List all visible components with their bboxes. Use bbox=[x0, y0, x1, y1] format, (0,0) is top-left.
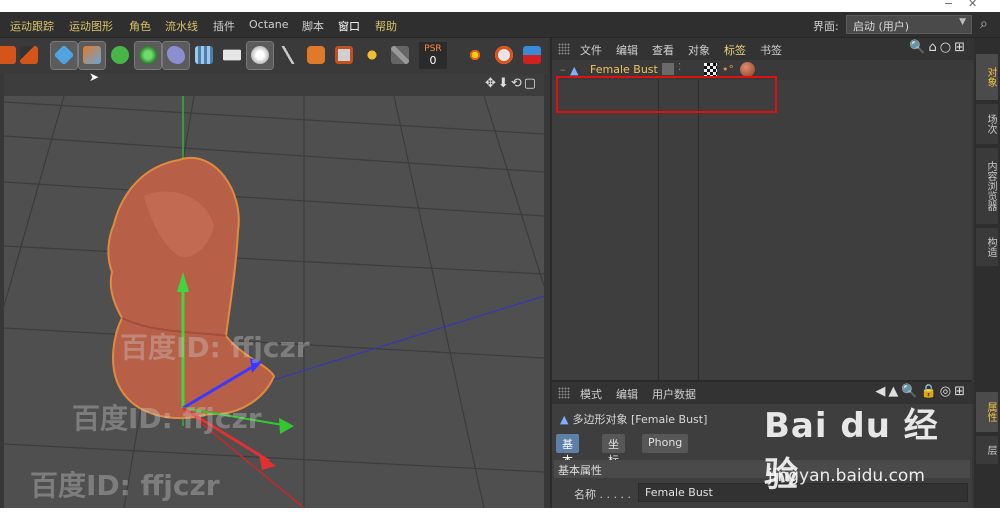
am-header-icons[interactable]: ◀▲🔍🔒◎⊞ bbox=[875, 384, 968, 399]
side-tab-structure[interactable]: 构造 bbox=[976, 228, 998, 266]
om-menu-view[interactable]: 查看 bbox=[652, 42, 674, 58]
download-arrow-icon[interactable] bbox=[519, 42, 545, 69]
om-menu-objects[interactable]: 对象 bbox=[688, 42, 710, 58]
attribute-title: ▲ 多边形对象 [Female Bust] bbox=[560, 411, 707, 427]
grip-icon[interactable] bbox=[558, 387, 570, 399]
object-manager-header: 文件 编辑 查看 对象 标签 书签 🔍⌂○⊞ bbox=[552, 38, 974, 60]
search-icon[interactable]: ⌕ bbox=[980, 16, 988, 32]
close-icon[interactable]: ✕ bbox=[968, 0, 977, 10]
annotation-highlight bbox=[556, 76, 777, 113]
script-s-icon[interactable] bbox=[491, 42, 517, 69]
section-basic-properties: 基本属性 bbox=[554, 460, 970, 478]
psr-value: 0 bbox=[429, 54, 437, 67]
phong-tag-icon[interactable] bbox=[704, 63, 717, 76]
menu-script[interactable]: 脚本 bbox=[302, 18, 324, 34]
grip-icon[interactable] bbox=[558, 43, 570, 55]
axis-icon[interactable] bbox=[359, 42, 385, 69]
om-menu-edit[interactable]: 编辑 bbox=[616, 42, 638, 58]
menu-mograph[interactable]: 运动图形 bbox=[69, 18, 113, 34]
menu-bar: 运动跟踪 运动图形 角色 流水线 插件 Octane 脚本 窗口 帮助 界面: … bbox=[0, 12, 1000, 38]
ik-icon[interactable] bbox=[275, 42, 301, 69]
chevron-down-icon: ▼ bbox=[959, 17, 966, 27]
attribute-title-text: 多边形对象 [Female Bust] bbox=[572, 413, 708, 426]
tag-icon[interactable] bbox=[331, 42, 357, 69]
bones-icon[interactable] bbox=[387, 42, 413, 69]
mouse-cursor-icon: ➤ bbox=[89, 70, 100, 84]
side-tab-strip: 对象 场次 内容浏览器 构造 属性 层 bbox=[974, 38, 1000, 508]
watermark-2: 百度ID: ffjczr bbox=[72, 402, 262, 435]
om-header-icons[interactable]: 🔍⌂○⊞ bbox=[909, 40, 968, 55]
object-name[interactable]: Female Bust bbox=[590, 63, 658, 76]
3d-viewport[interactable]: ✥⬇⟲▢ 百度ID: ffjczr 百度ID: ffjczr 百度ID: ffj… bbox=[4, 74, 544, 508]
polygon-object-icon: ▲ bbox=[560, 413, 569, 426]
name-field-label: 名称 . . . . . bbox=[574, 488, 631, 501]
layout-dropdown[interactable]: 启动 (用户) ▼ bbox=[846, 15, 972, 34]
om-menu-tags[interactable]: 标签 bbox=[724, 42, 746, 58]
tab-coord[interactable]: 坐标 bbox=[602, 434, 625, 467]
render-dots-icon[interactable]: ⁚ bbox=[678, 62, 681, 73]
side-tab-layers[interactable]: 层 bbox=[976, 436, 998, 464]
attribute-manager: 模式 编辑 用户数据 ◀▲🔍🔒◎⊞ ▲ 多边形对象 [Female Bust] 基… bbox=[550, 380, 974, 508]
om-menu-file[interactable]: 文件 bbox=[580, 42, 602, 58]
viewport-header: ✥⬇⟲▢ bbox=[4, 74, 544, 96]
cube-icon[interactable] bbox=[50, 41, 78, 70]
menu-help[interactable]: 帮助 bbox=[375, 18, 397, 34]
camera-icon[interactable] bbox=[219, 42, 245, 69]
menu-window[interactable]: 窗口 bbox=[338, 18, 360, 34]
side-tab-objects[interactable]: 对象 bbox=[976, 54, 998, 100]
am-menu-userdata[interactable]: 用户数据 bbox=[652, 386, 696, 402]
om-menu-bookmarks[interactable]: 书签 bbox=[760, 42, 782, 58]
cinema4d-window: 运动跟踪 运动图形 角色 流水线 插件 Octane 脚本 窗口 帮助 界面: … bbox=[0, 12, 1000, 508]
tab-basic[interactable]: 基本 bbox=[556, 434, 579, 467]
subdivision-surface-icon[interactable] bbox=[107, 42, 133, 69]
side-tab-takes[interactable]: 场次 bbox=[976, 104, 998, 144]
minimize-icon[interactable]: − bbox=[944, 0, 953, 10]
menu-plugins[interactable]: 插件 bbox=[213, 18, 235, 34]
side-tab-attributes[interactable]: 属性 bbox=[976, 392, 998, 432]
pen-spline-icon[interactable] bbox=[78, 41, 106, 70]
side-tab-content-browser[interactable]: 内容浏览器 bbox=[976, 148, 998, 224]
floor-icon[interactable] bbox=[191, 42, 217, 69]
tree-line-icon: – bbox=[560, 63, 566, 76]
menu-character[interactable]: 角色 bbox=[129, 18, 151, 34]
attribute-manager-header: 模式 编辑 用户数据 ◀▲🔍🔒◎⊞ bbox=[552, 382, 974, 404]
toolbar: PSR 0 bbox=[0, 38, 548, 74]
menu-motion-tracking[interactable]: 运动跟踪 bbox=[10, 18, 54, 34]
texture-tag-icon[interactable]: •° bbox=[722, 63, 734, 76]
menu-pipeline[interactable]: 流水线 bbox=[165, 18, 198, 34]
am-menu-mode[interactable]: 模式 bbox=[580, 386, 602, 402]
menu-octane[interactable]: Octane bbox=[249, 18, 289, 31]
name-field[interactable]: Female Bust bbox=[638, 483, 968, 502]
material-tag-icon[interactable] bbox=[740, 62, 755, 77]
deformer-icon[interactable] bbox=[162, 41, 190, 70]
material-icon[interactable] bbox=[303, 42, 329, 69]
viewport-nav-icons[interactable]: ✥⬇⟲▢ bbox=[485, 76, 538, 91]
window-bottom-strip bbox=[0, 508, 1000, 512]
layout-label: 界面: bbox=[813, 20, 839, 33]
layout-dropdown-value: 启动 (用户) bbox=[853, 20, 910, 33]
watermark-3: 百度ID: ffjczr bbox=[30, 469, 220, 502]
tab-phong[interactable]: Phong bbox=[642, 434, 689, 453]
am-menu-edit[interactable]: 编辑 bbox=[616, 386, 638, 402]
psr-button[interactable]: PSR 0 bbox=[419, 42, 447, 69]
light-icon[interactable] bbox=[246, 41, 274, 70]
editor-visibility-icon[interactable] bbox=[662, 63, 674, 75]
watermark-1: 百度ID: ffjczr bbox=[120, 331, 310, 364]
render-settings-icon[interactable] bbox=[16, 42, 42, 69]
xpresso-icon[interactable] bbox=[462, 42, 488, 69]
window-top-strip: − ✕ bbox=[0, 0, 1000, 12]
cloner-icon[interactable] bbox=[134, 41, 162, 70]
viewport-canvas[interactable] bbox=[4, 96, 544, 508]
